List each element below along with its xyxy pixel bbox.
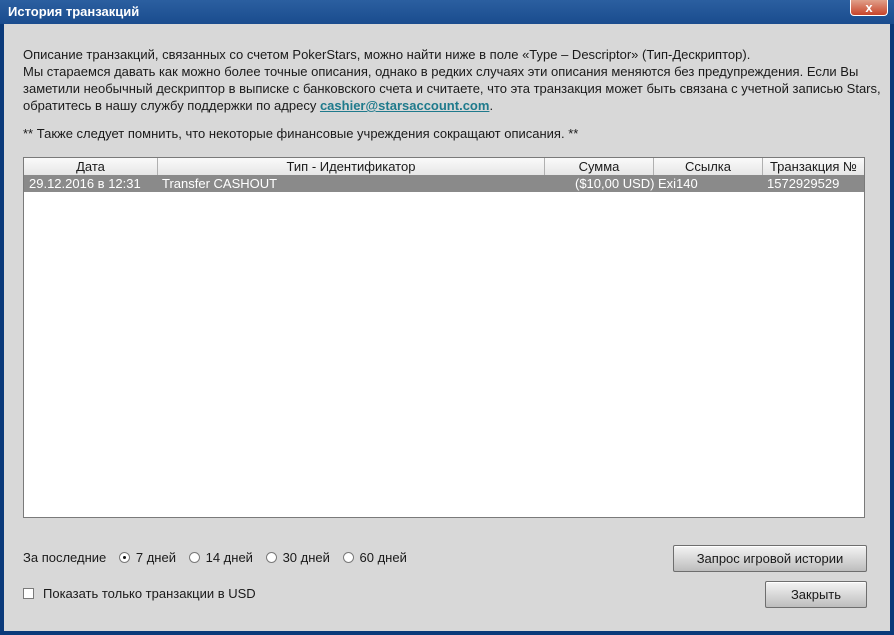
support-email-link[interactable]: cashier@starsaccount.com bbox=[320, 98, 489, 113]
period-filter-label: За последние bbox=[23, 550, 107, 565]
radio-30-days[interactable] bbox=[265, 552, 277, 563]
close-icon: x bbox=[865, 0, 873, 15]
period-filter: За последние 7 дней 14 дней 30 дней 60 д… bbox=[23, 550, 407, 566]
radio-30-days-label[interactable]: 30 дней bbox=[283, 550, 330, 565]
transactions-table: Дата Тип - Идентификатор Сумма Ссылка Тр… bbox=[23, 157, 865, 518]
table-row[interactable]: 29.12.2016 в 12:31 Transfer CASHOUT ($10… bbox=[24, 175, 864, 192]
cell-type: Transfer CASHOUT bbox=[162, 176, 278, 191]
cell-transaction-number: 1572929529 bbox=[767, 176, 840, 191]
transaction-history-window: История транзакций x Описание транзакций… bbox=[0, 0, 894, 635]
window-title: История транзакций bbox=[8, 4, 140, 19]
radio-60-days[interactable] bbox=[342, 552, 354, 563]
usd-only-checkbox[interactable] bbox=[23, 588, 34, 599]
close-window-button[interactable]: x bbox=[850, 0, 888, 16]
usd-only-label[interactable]: Показать только транзакции в USD bbox=[43, 586, 256, 601]
description-text: Описание транзакций, связанных со счетом… bbox=[23, 46, 883, 114]
radio-60-days-label[interactable]: 60 дней bbox=[360, 550, 407, 565]
cell-date: 29.12.2016 в 12:31 bbox=[29, 176, 141, 191]
cell-reference: Exi140 bbox=[658, 176, 698, 191]
request-game-history-button[interactable]: Запрос игровой истории bbox=[673, 545, 867, 572]
column-header-reference[interactable]: Ссылка bbox=[654, 158, 763, 175]
dialog-body: Описание транзакций, связанных со счетом… bbox=[4, 24, 890, 631]
radio-7-days-label[interactable]: 7 дней bbox=[136, 550, 176, 565]
column-header-transaction[interactable]: Транзакция № bbox=[763, 158, 864, 175]
title-bar: История транзакций x bbox=[0, 0, 894, 24]
column-header-type[interactable]: Тип - Идентификатор bbox=[158, 158, 545, 175]
close-button[interactable]: Закрыть bbox=[765, 581, 867, 608]
column-header-date[interactable]: Дата bbox=[24, 158, 158, 175]
table-header: Дата Тип - Идентификатор Сумма Ссылка Тр… bbox=[24, 158, 864, 176]
description-note: ** Также следует помнить, что некоторые … bbox=[23, 126, 579, 141]
description-line-2: Мы стараемся давать как можно более точн… bbox=[23, 64, 881, 113]
cell-amount: ($10,00 USD) bbox=[575, 176, 655, 191]
description-line-1: Описание транзакций, связанных со счетом… bbox=[23, 47, 751, 62]
radio-14-days-label[interactable]: 14 дней bbox=[206, 550, 253, 565]
usd-only-option: Показать только транзакции в USD bbox=[23, 586, 256, 602]
column-header-amount[interactable]: Сумма bbox=[545, 158, 654, 175]
radio-14-days[interactable] bbox=[188, 552, 200, 563]
radio-7-days[interactable] bbox=[118, 552, 130, 563]
